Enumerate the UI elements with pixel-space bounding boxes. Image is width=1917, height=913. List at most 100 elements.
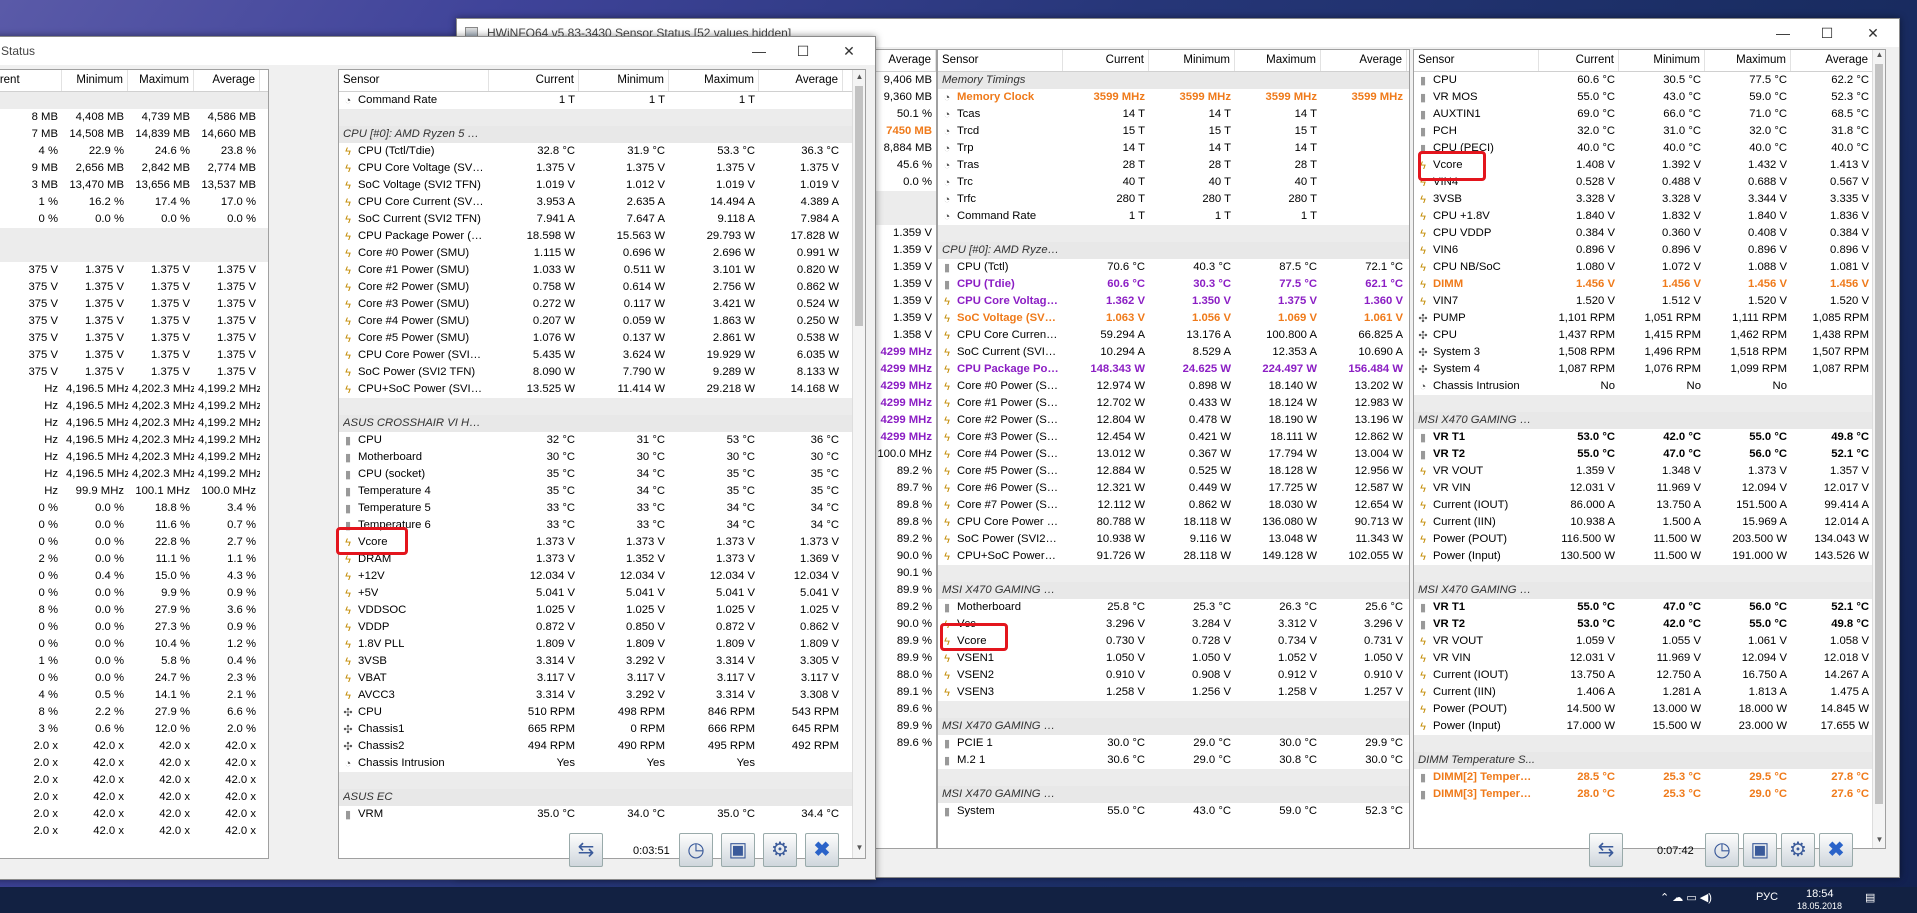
sensor-row[interactable]: 1 % 16.2 % 17.4 % 17.0 % — [0, 194, 268, 211]
settings-button[interactable]: ⚙ — [763, 833, 797, 867]
exit-button[interactable]: ✖ — [1819, 833, 1853, 867]
column-header[interactable]: Minimum — [62, 70, 128, 91]
sensor-row[interactable]: ϟ CPU Core Power (SVI2 TFN) 5.435 W 3.624 W… — [339, 347, 865, 364]
sensor-row[interactable]: ◔ Chassis Intrusion No No No — [1414, 378, 1885, 395]
column-header[interactable]: Sensor — [1414, 50, 1539, 71]
sensor-row[interactable]: 2 % 0.0 % 11.1 % 1.1 % — [0, 551, 268, 568]
column-header[interactable]: Maximum — [128, 70, 194, 91]
sensor-row[interactable]: Hz 4,196.5 MHz 4,202.3 MHz 4,199.2 MHz — [0, 432, 268, 449]
sensor-row[interactable]: ✣ PUMP 1,101 RPM 1,051 RPM 1,111 RPM 1,085 RP… — [1414, 310, 1885, 327]
sensor-row[interactable]: 2.0 x 42.0 x 42.0 x 42.0 x — [0, 823, 268, 840]
sensor-row[interactable]: ▮ VR T1 53.0 °C 42.0 °C 55.0 °C 49.8 °C — [1414, 429, 1885, 446]
sensor-row[interactable]: ϟ VIN7 1.520 V 1.512 V 1.520 V 1.520 V — [1414, 293, 1885, 310]
sensor-row[interactable]: 2.0 x 42.0 x 42.0 x 42.0 x — [0, 789, 268, 806]
exit-button[interactable]: ✖ — [805, 833, 839, 867]
scrollbar[interactable]: ▲ ▼ — [1872, 50, 1885, 848]
sensor-row[interactable]: ϟ Core #3 Power (SMU) 0.272 W 0.117 W 3.421 … — [339, 296, 865, 313]
sensor-row[interactable]: ▮ VR T1 55.0 °C 47.0 °C 56.0 °C 52.1 °C — [1414, 599, 1885, 616]
sensor-row[interactable]: ◔ Command Rate 1 T 1 T 1 T — [339, 92, 865, 109]
notifications-icon[interactable]: ▤ — [1865, 891, 1875, 904]
sensor-row[interactable]: ▮ Temperature 5 33 °C 33 °C 34 °C 34 °C — [339, 500, 865, 517]
sensor-row[interactable]: ϟ Core #3 Power (SMU) 12.454 W 0.421 W 18.11… — [938, 429, 1409, 446]
sensor-row[interactable]: ϟ CPU+SoC Power (SVI2 ... 91.726 W 28.118 W… — [938, 548, 1409, 565]
column-header[interactable]: rrent — [0, 70, 62, 91]
sensor-row[interactable]: ϟ CPU (Tctl/Tdie) 32.8 °C 31.9 °C 53.3 °C 36.… — [339, 143, 865, 160]
sensor-row[interactable]: ◔ Trp 14 T 14 T 14 T — [938, 140, 1409, 157]
column-header[interactable]: Current — [489, 70, 579, 91]
sensor-row[interactable]: ϟ VDDSOC 1.025 V 1.025 V 1.025 V 1.025 V — [339, 602, 865, 619]
settings-button[interactable]: ⚙ — [1781, 833, 1815, 867]
language-indicator[interactable]: РУС — [1756, 891, 1778, 903]
sensor-row[interactable]: ✣ Chassis2 494 RPM 490 RPM 495 RPM 492 RPM — [339, 738, 865, 755]
column-header[interactable]: Average — [759, 70, 843, 91]
close-button[interactable]: ✕ — [827, 39, 871, 63]
sensor-row[interactable]: 0 % 0.0 % 24.7 % 2.3 % — [0, 670, 268, 687]
sensor-row[interactable]: ◔ Trc 40 T 40 T 40 T — [938, 174, 1409, 191]
sensor-row[interactable]: ϟ VR VIN 12.031 V 11.969 V 12.094 V 12.018 V — [1414, 650, 1885, 667]
sensor-row[interactable]: Hz 4,196.5 MHz 4,202.3 MHz 4,199.2 MHz — [0, 415, 268, 432]
sensor-row[interactable]: 0 % 0.0 % 18.8 % 3.4 % — [0, 500, 268, 517]
sensor-row[interactable]: ϟ CPU Package Power (... 148.343 W 24.625 W… — [938, 361, 1409, 378]
sensor-row[interactable]: ▮ DIMM[3] Tempera... 28.0 °C 25.3 °C 29.0 °C… — [1414, 786, 1885, 803]
sensor-row[interactable]: 375 V 1.375 V 1.375 V 1.375 V — [0, 313, 268, 330]
sensor-row[interactable]: ϟ VR VIN 12.031 V 11.969 V 12.094 V 12.017 V — [1414, 480, 1885, 497]
sensor-row[interactable]: ϟ Power (POUT) 116.500 W 11.500 W 203.500 W 1… — [1414, 531, 1885, 548]
sensor-group-row[interactable]: MSI X470 GAMING M7... — [1414, 582, 1885, 599]
sensor-row[interactable]: 2.0 x 42.0 x 42.0 x 42.0 x — [0, 772, 268, 789]
sensor-row[interactable]: Hz 4,196.5 MHz 4,202.3 MHz 4,199.2 MHz — [0, 466, 268, 483]
sensor-row[interactable]: ▮ M.2 1 30.6 °C 29.0 °C 30.8 °C 30.0 °C — [938, 752, 1409, 769]
column-header[interactable]: Sensor — [339, 70, 489, 91]
sensor-row[interactable]: ϟ SoC Power (SVI2 TFN) 10.938 W 9.116 W 13.0… — [938, 531, 1409, 548]
sensor-row[interactable]: 0 % 0.0 % 22.8 % 2.7 % — [0, 534, 268, 551]
sensor-row[interactable]: ✣ Chassis1 665 RPM 0 RPM 666 RPM 645 RPM — [339, 721, 865, 738]
sensor-row[interactable]: 375 V 1.375 V 1.375 V 1.375 V — [0, 347, 268, 364]
sensor-row[interactable]: ▮ Temperature 6 33 °C 33 °C 34 °C 34 °C — [339, 517, 865, 534]
minimize-button[interactable]: — — [737, 39, 781, 63]
sensor-group-row[interactable]: Memory Timings — [938, 72, 1409, 89]
sensor-row[interactable]: ϟ VSEN3 1.258 V 1.256 V 1.258 V 1.257 V — [938, 684, 1409, 701]
clock-button[interactable]: ◷ — [1705, 833, 1739, 867]
minimize-button[interactable]: — — [1761, 21, 1805, 45]
sensor-row[interactable]: ϟ VIN6 0.896 V 0.896 V 0.896 V 0.896 V — [1414, 242, 1885, 259]
sensor-row[interactable]: ✣ System 4 1,087 RPM 1,076 RPM 1,099 RPM 1,08… — [1414, 361, 1885, 378]
sensor-row[interactable]: ▮ VR T2 53.0 °C 42.0 °C 55.0 °C 49.8 °C — [1414, 616, 1885, 633]
column-header[interactable]: Sensor — [938, 50, 1063, 71]
sensor-row[interactable]: ▮ CPU (Tctl) 70.6 °C 40.3 °C 87.5 °C 72.1 °C — [938, 259, 1409, 276]
clock-button[interactable]: ◷ — [679, 833, 713, 867]
column-header[interactable]: Average — [1321, 50, 1407, 71]
sensor-row[interactable]: ✣ CPU 1,437 RPM 1,415 RPM 1,462 RPM 1,438 RPM — [1414, 327, 1885, 344]
sensor-row[interactable]: ▮ System 55.0 °C 43.0 °C 59.0 °C 52.3 °C — [938, 803, 1409, 820]
sensor-row[interactable]: 2.0 x 42.0 x 42.0 x 42.0 x — [0, 755, 268, 772]
sensor-row[interactable]: ϟ Power (POUT) 14.500 W 13.000 W 18.000 W 14.… — [1414, 701, 1885, 718]
sensor-row[interactable]: ϟ Core #5 Power (SMU) 1.076 W 0.137 W 2.861 … — [339, 330, 865, 347]
sensor-row[interactable]: 0 % 0.0 % 11.6 % 0.7 % — [0, 517, 268, 534]
sensor-pane-left[interactable]: rrentMinimumMaximumAverage 8 MB 4,408 MB 4,… — [0, 69, 269, 859]
sensor-row[interactable]: ▮ VR T2 55.0 °C 47.0 °C 56.0 °C 52.1 °C — [1414, 446, 1885, 463]
sensor-row[interactable]: 4 % 22.9 % 24.6 % 23.8 % — [0, 143, 268, 160]
sensor-row[interactable]: ϟ VDDP 0.872 V 0.850 V 0.872 V 0.862 V — [339, 619, 865, 636]
sensor-row[interactable]: ◔ Trfc 280 T 280 T 280 T — [938, 191, 1409, 208]
sensor-group-row[interactable]: MSI X470 GAMING M7 A... — [938, 582, 1409, 599]
sensor-row[interactable]: 375 V 1.375 V 1.375 V 1.375 V — [0, 262, 268, 279]
sensor-row[interactable]: ▮ CPU (Tdie) 60.6 °C 30.3 °C 77.5 °C 62.1 °C — [938, 276, 1409, 293]
sensor-row[interactable]: ϟ Core #1 Power (SMU) 12.702 W 0.433 W 18.12… — [938, 395, 1409, 412]
sensor-row[interactable]: 0 % 0.0 % 0.0 % 0.0 % — [0, 211, 268, 228]
sensor-row[interactable]: ▮ Temperature 4 35 °C 34 °C 35 °C 35 °C — [339, 483, 865, 500]
sensor-row[interactable]: ▮ VRM 35.0 °C 34.0 °C 35.0 °C 34.4 °C — [339, 806, 865, 823]
sensor-row[interactable]: ◔ Memory Clock 3599 MHz 3599 MHz 3599 MHz 359… — [938, 89, 1409, 106]
sensor-row[interactable]: ϟ AVCC3 3.314 V 3.292 V 3.314 V 3.308 V — [339, 687, 865, 704]
column-header[interactable]: Average — [194, 70, 260, 91]
column-header[interactable]: Maximum — [669, 70, 759, 91]
sensor-group-row[interactable]: MSI X470 GAMING M7 A... — [938, 786, 1409, 803]
sensor-row[interactable]: ▮ DIMM[2] Tempera... 28.5 °C 25.3 °C 29.5 °C… — [1414, 769, 1885, 786]
sensor-row[interactable]: Hz 4,196.5 MHz 4,202.3 MHz 4,199.2 MHz — [0, 398, 268, 415]
sensor-row[interactable]: 1 % 0.0 % 5.8 % 0.4 % — [0, 653, 268, 670]
sensor-row[interactable]: ◔ Trcd 15 T 15 T 15 T — [938, 123, 1409, 140]
sensor-row[interactable]: ▮ AUXTIN1 69.0 °C 66.0 °C 71.0 °C 68.5 °C — [1414, 106, 1885, 123]
sensor-row[interactable]: ϟ Core #7 Power (SMU) 12.112 W 0.862 W 18.03… — [938, 497, 1409, 514]
sensor-row[interactable]: ϟ CPU Core Voltage (SVI2 TFN) 1.375 V 1.375… — [339, 160, 865, 177]
sensor-row[interactable]: ϟ Vcore 1.373 V 1.373 V 1.373 V 1.373 V — [339, 534, 865, 551]
logging-button[interactable]: ▣ — [1743, 833, 1777, 867]
sensor-row[interactable]: ϟ Current (IIN) 1.406 A 1.281 A 1.813 A 1.475… — [1414, 684, 1885, 701]
sensor-row[interactable]: ϟ Core #6 Power (SMU) 12.321 W 0.449 W 17.72… — [938, 480, 1409, 497]
